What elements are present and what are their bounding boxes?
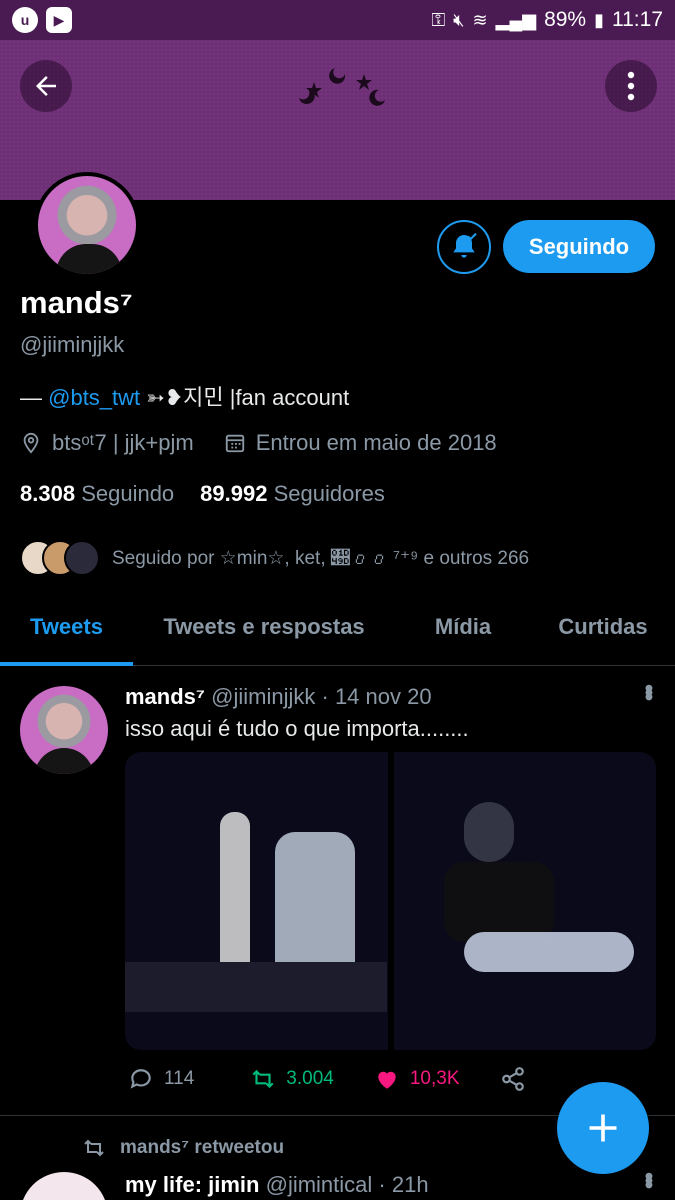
profile-meta: btsᵒᵗ7 | jjk+pjm Entrou em maio de 2018 xyxy=(20,430,497,456)
retweet-icon xyxy=(84,1139,104,1157)
location-icon xyxy=(23,432,39,454)
tab-tweets-and-replies[interactable]: Tweets e respostas xyxy=(133,596,395,665)
tweet-image[interactable] xyxy=(125,752,388,1050)
follower-avatar xyxy=(64,540,100,576)
profile-bio: — @bts_twt ➳❥지민 |fan account xyxy=(20,380,349,412)
like-count: 10,3K xyxy=(409,1068,460,1089)
share-icon xyxy=(501,1067,524,1091)
like-button[interactable]: 10,3K xyxy=(374,1066,460,1092)
tweet-author[interactable]: my life: jimin xyxy=(125,1172,259,1197)
tweet-time[interactable]: 21h xyxy=(392,1172,429,1197)
bio-mention-link[interactable]: @bts_twt xyxy=(48,385,140,410)
profile-avatar[interactable] xyxy=(34,172,140,278)
more-vertical-icon xyxy=(627,71,635,101)
bio-text: ➳❥지민 |fan account xyxy=(140,385,350,410)
tweet-avatar[interactable] xyxy=(20,686,108,774)
retweet-button[interactable]: 3.004 xyxy=(250,1066,334,1092)
following-button[interactable]: Seguindo xyxy=(503,220,655,273)
tweet-more-button[interactable]: ••• xyxy=(634,684,662,697)
battery-saver-icon: ⚿ xyxy=(431,9,446,30)
status-bar: u ▶ ⚿ 🔇︎ ≋ ▂▄▆ 89% ▮ 11:17 xyxy=(0,0,675,40)
retweeted-by-label[interactable]: mands⁷ retweetou xyxy=(120,1137,284,1159)
profile-name: mands⁷ xyxy=(20,285,133,320)
tweet-handle: @jimintical xyxy=(265,1172,373,1197)
moon-stars-decoration xyxy=(299,68,385,106)
bio-prefix: — xyxy=(20,385,49,410)
arrow-left-icon xyxy=(36,76,56,96)
reply-button[interactable]: 114 xyxy=(128,1066,194,1092)
tweet-image[interactable] xyxy=(393,752,656,1050)
tweet-date[interactable]: 14 nov 20 xyxy=(335,684,432,709)
tweet-handle: @jiiminjjkk xyxy=(211,684,316,709)
share-button[interactable] xyxy=(500,1066,526,1092)
follow-counts: 8.308 Seguindo 89.992 Seguidores xyxy=(20,481,385,507)
retweet-context: mands⁷ retweetou xyxy=(82,1136,284,1160)
tweet-header: my life: jimin @jimintical · 21h xyxy=(125,1172,429,1197)
notifications-bell-button[interactable] xyxy=(437,220,491,274)
profile-location: btsᵒᵗ7 | jjk+pjm xyxy=(52,430,194,455)
signal-icon: ▂▄▆ xyxy=(495,9,537,30)
compose-tweet-button[interactable] xyxy=(557,1082,649,1174)
profile-tabs: Tweets Tweets e respostas Mídia Curtidas xyxy=(0,596,675,666)
play-notification-icon: ▶ xyxy=(46,7,72,33)
app-notification-icon: u xyxy=(12,7,38,33)
followers-count-link[interactable]: 89.992 Seguidores xyxy=(200,481,385,507)
tab-likes[interactable]: Curtidas xyxy=(531,596,675,665)
following-count-link[interactable]: 8.308 Seguindo xyxy=(20,481,174,507)
profile-joined-date: Entrou em maio de 2018 xyxy=(255,430,497,455)
tweet-actions: 114 3.004 10,3K xyxy=(128,1066,526,1092)
clock: 11:17 xyxy=(612,8,663,31)
reply-count: 114 xyxy=(164,1068,195,1089)
retweet-icon xyxy=(252,1069,274,1089)
retweet-count: 3.004 xyxy=(286,1068,334,1089)
more-options-button[interactable] xyxy=(605,60,657,112)
calendar-icon xyxy=(225,434,244,453)
mute-icon: 🔇︎ xyxy=(453,9,465,30)
tab-media[interactable]: Mídia xyxy=(395,596,531,665)
battery-icon: ▮ xyxy=(594,9,604,30)
reply-icon xyxy=(130,1069,151,1089)
battery-percent: 89% xyxy=(544,8,587,31)
profile-handle: @jiiminjjkk xyxy=(20,332,125,357)
plus-icon xyxy=(589,1114,617,1142)
followed-by-text: Seguido por ☆min☆, ket, 𝒝𝑜𝑜 ⁷⁺⁹ e outros… xyxy=(112,547,530,569)
bell-icon xyxy=(453,232,477,258)
tweet-more-button[interactable]: ••• xyxy=(634,1172,662,1185)
tweet-header: mands⁷ @jiiminjjkk · 14 nov 20 xyxy=(125,684,432,709)
wifi-icon: ≋ xyxy=(472,9,488,30)
back-button[interactable] xyxy=(20,60,72,112)
tweet-media[interactable] xyxy=(125,752,656,1050)
followed-by-row[interactable]: Seguido por ☆min☆, ket, 𝒝𝑜𝑜 ⁷⁺⁹ e outros… xyxy=(20,540,529,576)
tab-tweets[interactable]: Tweets xyxy=(0,596,133,666)
heart-icon xyxy=(378,1071,396,1089)
tweet-text: isso aqui é tudo o que importa........ xyxy=(125,716,469,741)
tweet-avatar[interactable] xyxy=(20,1172,108,1200)
tweet-author[interactable]: mands⁷ xyxy=(125,684,205,709)
